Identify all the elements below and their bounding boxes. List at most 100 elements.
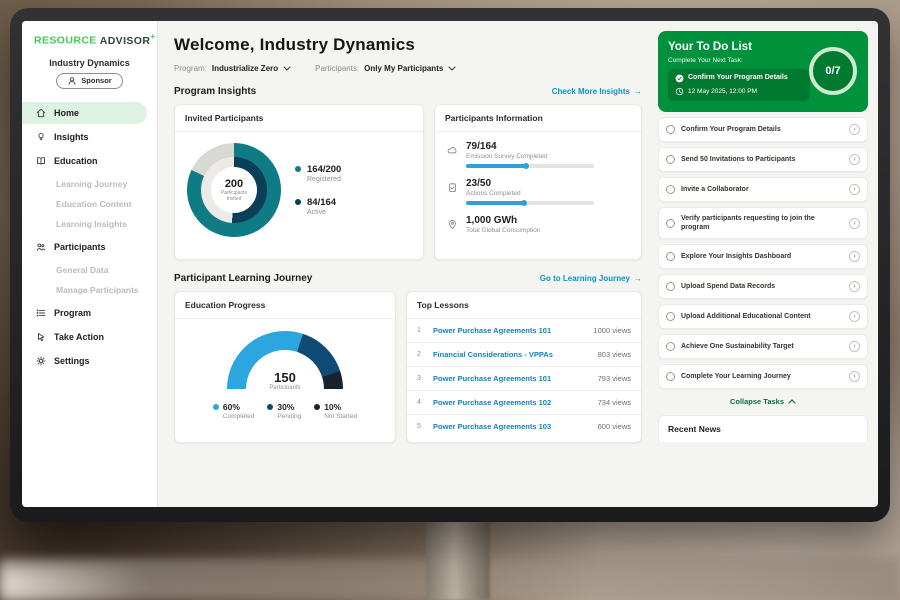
arrow-right-icon: → xyxy=(634,87,642,96)
task-item-invite-collaborator[interactable]: Invite a Collaborator › xyxy=(658,177,868,202)
lesson-views: 803 views xyxy=(598,350,631,359)
chevron-right-icon[interactable]: › xyxy=(849,311,860,322)
learning-journey-header: Participant Learning Journey Go to Learn… xyxy=(174,273,642,284)
task-checkbox[interactable] xyxy=(666,155,675,164)
sidebar-item-program[interactable]: Program xyxy=(22,302,147,324)
participants-filter[interactable]: Participants: Only My Participants xyxy=(315,64,456,73)
task-checkbox[interactable] xyxy=(666,252,675,261)
task-checkbox[interactable] xyxy=(666,342,675,351)
lesson-link[interactable]: Power Purchase Agreements 103 xyxy=(433,422,590,431)
clipboard-icon xyxy=(447,180,458,198)
nav-label: Take Action xyxy=(54,332,104,342)
people-icon xyxy=(36,242,46,252)
task-item-confirm-program[interactable]: Confirm Your Program Details › xyxy=(658,117,868,142)
task-item-upload-spend-data[interactable]: Upload Spend Data Records › xyxy=(658,274,868,299)
filter-bar: Program: Industrialize Zero Participants… xyxy=(174,64,642,73)
task-label: Verify participants requesting to join t… xyxy=(681,214,843,232)
progress-fill xyxy=(466,164,527,168)
chevron-right-icon[interactable]: › xyxy=(849,281,860,292)
task-label: Invite a Collaborator xyxy=(681,185,843,194)
donut-legend: 164/200 Registered 84/164 Active xyxy=(295,164,341,216)
task-label: Explore Your Insights Dashboard xyxy=(681,252,843,261)
legend-value: 10% xyxy=(324,402,357,412)
lesson-row: 1 Power Purchase Agreements 101 1000 vie… xyxy=(407,319,641,343)
legend-value: 164/200 xyxy=(307,164,341,175)
legend-value: 60% xyxy=(223,402,254,412)
task-item-send-invitations[interactable]: Send 50 Invitations to Participants › xyxy=(658,147,868,172)
chevron-right-icon[interactable]: › xyxy=(849,341,860,352)
sidebar-item-home[interactable]: Home xyxy=(22,102,147,124)
invited-donut-chart: 200 Participants Invited xyxy=(187,143,281,237)
task-item-verify-participants[interactable]: Verify participants requesting to join t… xyxy=(658,207,868,239)
task-item-explore-insights[interactable]: Explore Your Insights Dashboard › xyxy=(658,244,868,269)
program-filter[interactable]: Program: Industrialize Zero xyxy=(174,64,291,73)
todo-progress-value: 0/7 xyxy=(825,65,840,77)
task-checkbox[interactable] xyxy=(666,185,675,194)
task-label: Complete Your Learning Journey xyxy=(681,372,843,381)
task-list: Confirm Your Program Details › Send 50 I… xyxy=(658,117,868,389)
program-filter-value: Industrialize Zero xyxy=(212,64,278,73)
task-checkbox[interactable] xyxy=(666,219,675,228)
legend-dot xyxy=(213,404,219,410)
sidebar-item-settings[interactable]: Settings xyxy=(22,350,147,372)
chevron-right-icon[interactable]: › xyxy=(849,184,860,195)
sidebar-item-participants[interactable]: Participants xyxy=(22,236,147,258)
lesson-row: 4 Power Purchase Agreements 102 734 view… xyxy=(407,391,641,415)
monitor-bezel: RESOURCEADVISOR+ Industry Dynamics Spons… xyxy=(10,8,890,522)
sidebar-item-education-content[interactable]: Education Content xyxy=(22,194,157,214)
legend-completed: 60% Completed xyxy=(213,402,254,420)
task-checkbox[interactable] xyxy=(666,312,675,321)
chevron-down-icon xyxy=(283,66,291,71)
chevron-right-icon[interactable]: › xyxy=(849,218,860,229)
chevron-up-icon xyxy=(788,399,796,404)
task-checkbox[interactable] xyxy=(666,282,675,291)
cursor-action-icon xyxy=(36,332,46,342)
task-item-upload-educational-content[interactable]: Upload Additional Educational Content › xyxy=(658,304,868,329)
chevron-right-icon[interactable]: › xyxy=(849,371,860,382)
gear-icon xyxy=(36,356,46,366)
go-to-learning-journey-link[interactable]: Go to Learning Journey → xyxy=(540,274,642,283)
card-title: Top Lessons xyxy=(407,292,641,319)
task-label: Upload Additional Educational Content xyxy=(681,312,843,321)
logo-resource: RESOURCE xyxy=(34,35,97,47)
legend-not-started: 10% Not Started xyxy=(314,402,357,420)
emission-progress-bar xyxy=(466,164,594,168)
check-more-insights-link[interactable]: Check More Insights → xyxy=(552,87,642,96)
sidebar-item-learning-insights[interactable]: Learning Insights xyxy=(22,214,157,234)
sidebar-item-manage-participants[interactable]: Manage Participants xyxy=(22,280,157,300)
lesson-link[interactable]: Financial Considerations - VPPAs xyxy=(433,350,590,359)
lesson-link[interactable]: Power Purchase Agreements 101 xyxy=(433,326,585,335)
task-item-achieve-target[interactable]: Achieve One Sustainability Target › xyxy=(658,334,868,359)
lesson-rank: 1 xyxy=(417,327,425,334)
collapse-label: Collapse Tasks xyxy=(730,397,784,406)
collapse-tasks-link[interactable]: Collapse Tasks xyxy=(658,397,868,406)
legend-label: Pending xyxy=(277,413,301,420)
recent-news-header[interactable]: Recent News xyxy=(658,415,868,442)
nav-label: Participants xyxy=(54,242,106,252)
task-label: Achieve One Sustainability Target xyxy=(681,342,843,351)
sidebar-item-general-data[interactable]: General Data xyxy=(22,260,157,280)
lesson-rank: 4 xyxy=(417,399,425,406)
legend-value: 84/164 xyxy=(307,197,336,208)
sidebar-item-learning-journey[interactable]: Learning Journey xyxy=(22,174,157,194)
lesson-rank: 5 xyxy=(417,423,425,430)
sidebar-item-insights[interactable]: Insights xyxy=(22,126,147,148)
lesson-link[interactable]: Power Purchase Agreements 101 xyxy=(433,374,590,383)
sponsor-badge[interactable]: Sponsor xyxy=(56,73,122,89)
lesson-rank: 3 xyxy=(417,375,425,382)
sidebar-item-education[interactable]: Education xyxy=(22,150,147,172)
chevron-right-icon[interactable]: › xyxy=(849,154,860,165)
task-checkbox[interactable] xyxy=(666,125,675,134)
desk-highlight xyxy=(0,566,140,600)
nav-label: Program xyxy=(54,308,91,318)
chevron-right-icon[interactable]: › xyxy=(849,251,860,262)
person-icon xyxy=(67,76,77,86)
sidebar-item-take-action[interactable]: Take Action xyxy=(22,326,147,348)
chevron-right-icon[interactable]: › xyxy=(849,124,860,135)
next-task-box[interactable]: Confirm Your Program Details 12 May 2025… xyxy=(668,69,810,101)
task-item-complete-learning-journey[interactable]: Complete Your Learning Journey › xyxy=(658,364,868,389)
task-checkbox[interactable] xyxy=(666,372,675,381)
legend-label: Registered xyxy=(307,176,341,183)
legend-label: Completed xyxy=(223,413,254,420)
lesson-link[interactable]: Power Purchase Agreements 102 xyxy=(433,398,590,407)
